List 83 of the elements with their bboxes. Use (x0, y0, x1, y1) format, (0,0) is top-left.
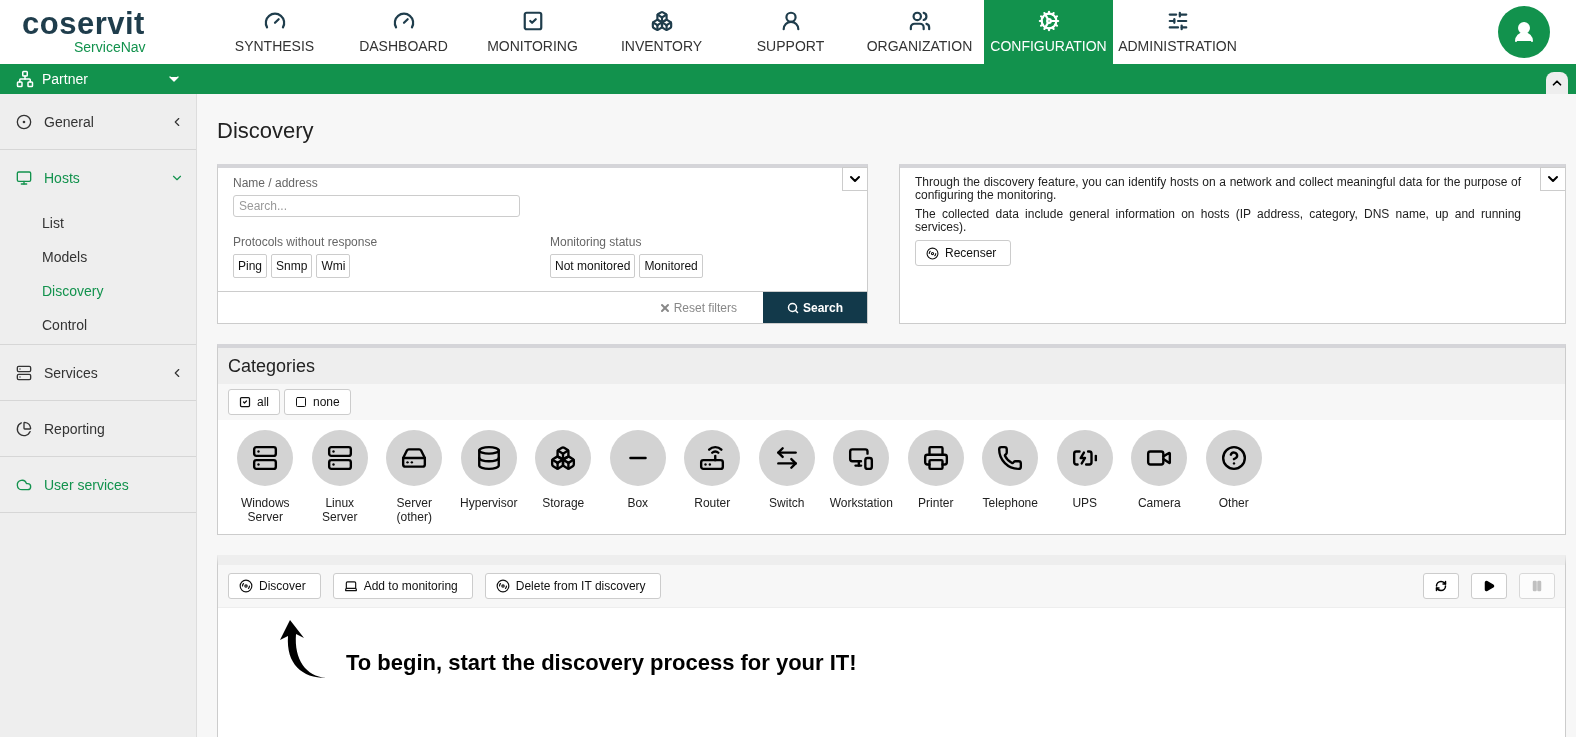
select-toggle-button[interactable]: all (228, 389, 280, 415)
sidebar-item[interactable]: Services (0, 345, 196, 401)
sidebar-icon (16, 364, 32, 381)
info-text: The collected data include general information on hosts (IP address, category, DNS name, up and running services). (915, 208, 1521, 234)
action-button[interactable]: Discover (228, 573, 321, 599)
nav-tab[interactable]: INVENTORY (597, 0, 726, 64)
search-button[interactable]: Search (763, 292, 867, 323)
category-label: Printer (918, 496, 954, 510)
disc-icon (495, 579, 510, 593)
action-button[interactable]: Delete from IT discovery (484, 573, 661, 599)
recenser-button[interactable]: Recenser (915, 240, 1012, 266)
nav-tab[interactable]: ADMINISTRATION (1113, 0, 1242, 64)
empty-box-icon (295, 396, 307, 408)
protocol-chip[interactable]: Wmi (316, 253, 351, 278)
nav-icon (521, 10, 544, 32)
nav-tab[interactable]: SUPPORT (726, 0, 855, 64)
category-label: Windows Server (239, 496, 291, 524)
search-field[interactable]: Search... (233, 195, 520, 217)
category-label: Server (other) (395, 496, 433, 524)
category-label: Other (1218, 496, 1249, 510)
nav-icon (1037, 10, 1060, 32)
nav-icon (1166, 10, 1189, 32)
sidebar-item[interactable]: General (0, 94, 196, 150)
close-icon (658, 301, 671, 314)
status-chip[interactable]: Not monitored (550, 253, 636, 278)
sidebar-subitem[interactable]: List (0, 206, 196, 240)
play-button[interactable] (1471, 573, 1507, 599)
expand-button[interactable] (842, 167, 868, 191)
field-label: Name / address (233, 176, 319, 190)
context-label[interactable]: Partner (42, 71, 166, 87)
user-avatar[interactable] (1498, 6, 1550, 58)
sidebar-item[interactable]: User services (0, 457, 196, 513)
category-label: Linux Server (321, 496, 359, 524)
pause-icon (1531, 580, 1543, 592)
nav-tab[interactable]: SYNTHESIS (210, 0, 339, 64)
sidebar-icon (16, 170, 32, 186)
action-button[interactable]: Add to monitoring (332, 573, 473, 599)
field-label: Monitoring status (550, 234, 643, 249)
expand-button[interactable] (1540, 167, 1566, 191)
protocol-chip[interactable]: Ping (233, 253, 268, 278)
category-label: Hypervisor (460, 496, 518, 510)
sidebar-item[interactable]: Reporting (0, 401, 196, 457)
nav-icon (650, 10, 673, 32)
nav-tab[interactable]: MONITORING (468, 0, 597, 64)
category-label: Camera (1137, 496, 1181, 510)
logo-name: coservit (22, 9, 145, 39)
checked-box-icon (239, 396, 251, 408)
logo-product: ServiceNav (74, 39, 146, 55)
select-toggle-button[interactable]: none (284, 389, 351, 415)
sidebar-subitem[interactable]: Control (0, 308, 196, 342)
refresh-icon (1435, 580, 1447, 592)
field-label: Protocols without response (233, 234, 379, 249)
hierarchy-icon (16, 70, 34, 88)
nav-tab[interactable]: DASHBOARD (339, 0, 468, 64)
category-label: Box (627, 496, 649, 510)
sidebar-icon (16, 420, 32, 437)
category-label: Switch (769, 496, 805, 510)
play-icon (1483, 580, 1495, 592)
category-label: Router (694, 496, 731, 510)
hint-text: To begin, start the discovery process for your IT! (346, 650, 857, 676)
protocol-chip[interactable]: Snmp (271, 253, 313, 278)
nav-tab[interactable]: CONFIGURATION (984, 0, 1113, 64)
panel-title: Categories (228, 355, 316, 377)
category-label: Telephone (982, 496, 1038, 510)
category-label: UPS (1072, 496, 1098, 510)
search-icon (787, 301, 799, 314)
sidebar-icon (16, 113, 32, 130)
refresh-button[interactable] (1423, 573, 1459, 599)
sidebar-subitem[interactable]: Models (0, 240, 196, 274)
disc-icon (239, 579, 253, 593)
nav-icon (908, 10, 931, 32)
reset-filters-button[interactable]: Reset filters (652, 292, 743, 323)
disc-icon (926, 246, 939, 260)
nav-tab[interactable]: ORGANIZATION (855, 0, 984, 64)
category-label: Storage (542, 496, 585, 510)
sidebar-item[interactable]: Hosts (0, 150, 196, 206)
laptop-icon (343, 579, 358, 593)
page-title: Discovery (217, 118, 315, 144)
collapse-button[interactable] (1546, 72, 1568, 94)
info-text: Through the discovery feature, you can identify hosts on a network and collect meaningful data for the purpose of configuring the monitoring. (915, 176, 1521, 202)
sidebar-subitem[interactable]: Discovery (0, 274, 196, 308)
status-chip[interactable]: Monitored (639, 253, 703, 278)
category-label: Workstation (829, 496, 893, 510)
